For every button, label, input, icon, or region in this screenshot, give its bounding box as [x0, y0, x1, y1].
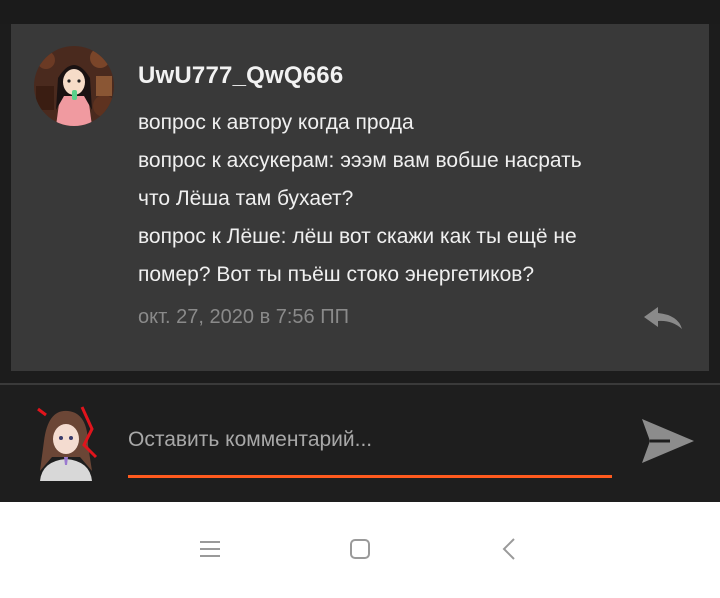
comment-line: помер? Вот ты пъёш стоко энергетиков? — [138, 263, 535, 286]
home-icon[interactable] — [348, 537, 372, 561]
comment-line: вопрос к автору когда прода — [138, 111, 414, 134]
send-icon — [642, 419, 694, 463]
comment-username[interactable]: UwU777_QwQ666 — [138, 62, 343, 90]
send-button[interactable] — [640, 415, 696, 467]
input-underline — [128, 475, 612, 478]
my-avatar[interactable] — [30, 405, 102, 481]
screen: UwU777_QwQ666 вопрос к автору когда прод… — [0, 0, 720, 598]
comment-line: вопрос к ахсукерам: эээм вам вобше насра… — [138, 149, 582, 172]
comment-line: вопрос к Лёше: лёш вот скажи как ты ещё … — [138, 225, 577, 248]
comment-input[interactable] — [128, 420, 612, 460]
comment-timestamp: окт. 27, 2020 в 7:56 ПП — [138, 306, 349, 328]
comment-body: вопрос к автору когда прода вопрос к ахс… — [138, 104, 678, 294]
menu-icon[interactable] — [198, 537, 222, 561]
top-bar — [0, 0, 720, 24]
commenter-avatar[interactable] — [34, 46, 114, 126]
reply-icon[interactable] — [640, 303, 686, 335]
comment-line: что Лёша там бухает? — [138, 187, 354, 210]
back-icon[interactable] — [498, 537, 522, 561]
